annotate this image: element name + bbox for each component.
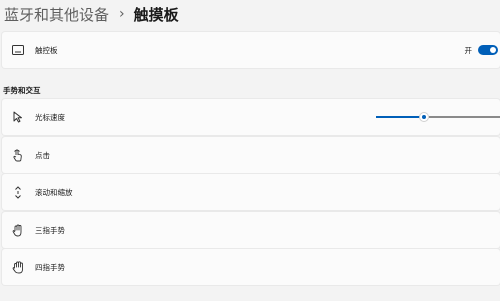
three-finger-icon <box>11 223 25 237</box>
three-finger-label: 三指手势 <box>35 225 65 235</box>
touchpad-toggle-card[interactable]: 触控板 开 <box>2 32 500 68</box>
touchpad-toggle[interactable] <box>478 45 498 55</box>
page-title: 触摸板 <box>133 5 179 24</box>
touchpad-icon <box>11 43 25 57</box>
three-finger-card[interactable]: 三指手势 <box>2 212 500 248</box>
cursor-speed-label: 光标速度 <box>35 112 65 122</box>
section-title-gestures: 手势和交互 <box>3 86 41 95</box>
cursor-icon <box>11 110 25 124</box>
touchpad-label: 触控板 <box>35 45 58 55</box>
slider-thumb[interactable] <box>420 113 428 121</box>
tap-icon <box>11 148 25 162</box>
toggle-state-label: 开 <box>464 45 473 55</box>
scroll-zoom-label: 滚动和缩放 <box>35 187 73 197</box>
scroll-zoom-icon <box>11 185 25 199</box>
breadcrumb: 蓝牙和其他设备 › 触摸板 <box>4 2 179 26</box>
slider-track-fill <box>376 116 420 118</box>
cursor-speed-card: 光标速度 <box>2 99 500 135</box>
scroll-zoom-card[interactable]: 滚动和缩放 <box>2 174 500 210</box>
cursor-speed-slider[interactable] <box>376 112 500 122</box>
breadcrumb-parent-link[interactable]: 蓝牙和其他设备 <box>4 4 109 25</box>
tap-card[interactable]: 点击 <box>2 137 500 173</box>
four-finger-card[interactable]: 四指手势 <box>2 249 500 285</box>
tap-label: 点击 <box>35 150 50 160</box>
four-finger-label: 四指手势 <box>35 262 65 272</box>
slider-track-rest <box>429 116 500 118</box>
breadcrumb-separator: › <box>119 6 125 22</box>
toggle-knob <box>490 47 496 53</box>
four-finger-icon <box>11 260 25 274</box>
